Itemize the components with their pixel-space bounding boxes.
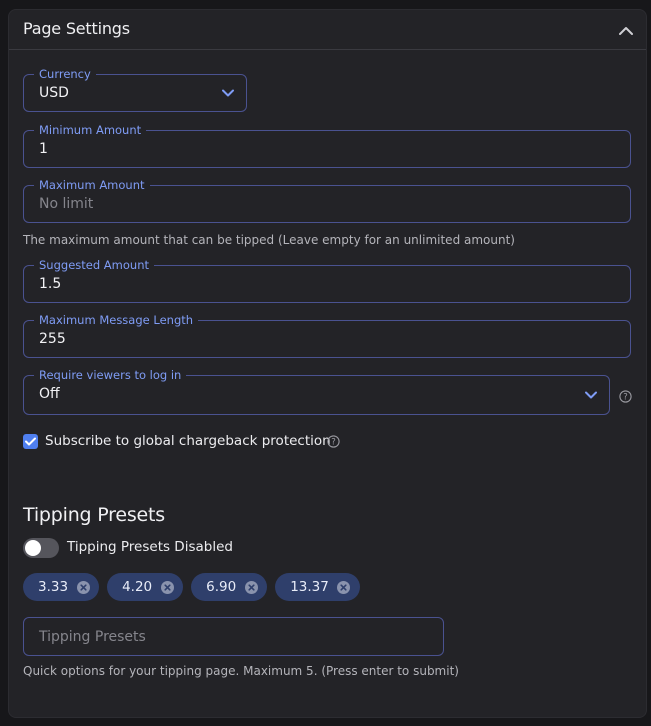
max-message-length-label: Maximum Message Length — [34, 313, 199, 327]
chip-label: 13.37 — [290, 579, 329, 595]
preset-chip[interactable]: 13.37 — [275, 573, 360, 601]
chargeback-checkbox[interactable] — [23, 434, 38, 449]
maximum-amount-placeholder: No limit — [39, 196, 94, 212]
currency-label: Currency — [34, 67, 96, 81]
page-title: Page Settings — [23, 19, 130, 38]
preset-chip[interactable]: 3.33 — [23, 573, 100, 601]
help-icon[interactable]: ? — [618, 389, 632, 403]
suggested-amount-value: 1.5 — [39, 276, 62, 292]
panel-header[interactable]: Page Settings — [9, 10, 646, 50]
chevron-down-icon[interactable] — [220, 85, 236, 101]
max-message-length-field[interactable]: Maximum Message Length 255 — [23, 313, 631, 358]
chevron-up-icon[interactable] — [616, 20, 636, 40]
minimum-amount-label: Minimum Amount — [34, 123, 147, 137]
require-login-label: Require viewers to log in — [34, 368, 187, 382]
preset-chip[interactable]: 6.90 — [191, 573, 268, 601]
suggested-amount-label: Suggested Amount — [34, 258, 154, 272]
preset-chips: 3.33 4.20 6.90 13.37 — [23, 573, 360, 601]
toggle-knob — [25, 540, 41, 556]
tipping-presets-placeholder: Tipping Presets — [39, 629, 146, 645]
tipping-presets-toggle-label: Tipping Presets Disabled — [67, 539, 233, 555]
close-circle-icon[interactable] — [244, 580, 258, 594]
require-login-select[interactable]: Require viewers to log in Off — [23, 368, 610, 415]
close-circle-icon[interactable] — [337, 580, 351, 594]
close-circle-icon[interactable] — [76, 580, 90, 594]
preset-chip[interactable]: 4.20 — [107, 573, 184, 601]
maximum-amount-field[interactable]: Maximum Amount No limit — [23, 178, 631, 223]
help-icon[interactable]: ? — [326, 434, 340, 448]
svg-text:?: ? — [623, 392, 628, 402]
maximum-amount-helper: The maximum amount that can be tipped (L… — [23, 233, 515, 247]
maximum-amount-label: Maximum Amount — [34, 178, 150, 192]
svg-text:?: ? — [331, 437, 336, 447]
currency-select[interactable]: Currency USD — [23, 67, 247, 112]
require-login-value: Off — [39, 386, 60, 402]
chevron-down-icon[interactable] — [583, 387, 599, 403]
tipping-presets-toggle[interactable] — [23, 538, 59, 558]
close-circle-icon[interactable] — [160, 580, 174, 594]
tipping-presets-title: Tipping Presets — [23, 504, 165, 526]
minimum-amount-field[interactable]: Minimum Amount 1 — [23, 123, 631, 168]
chip-label: 4.20 — [122, 579, 153, 595]
page-settings-panel: Page Settings Currency USD Minimum Amoun… — [8, 9, 647, 718]
minimum-amount-value: 1 — [39, 141, 48, 157]
tipping-presets-helper: Quick options for your tipping page. Max… — [23, 664, 459, 678]
chip-label: 6.90 — [206, 579, 237, 595]
suggested-amount-field[interactable]: Suggested Amount 1.5 — [23, 258, 631, 303]
max-message-length-value: 255 — [39, 331, 66, 347]
chargeback-label: Subscribe to global chargeback protectio… — [45, 433, 331, 449]
chip-label: 3.33 — [38, 579, 69, 595]
currency-value: USD — [39, 85, 69, 101]
tipping-presets-input[interactable]: Tipping Presets — [23, 617, 444, 656]
